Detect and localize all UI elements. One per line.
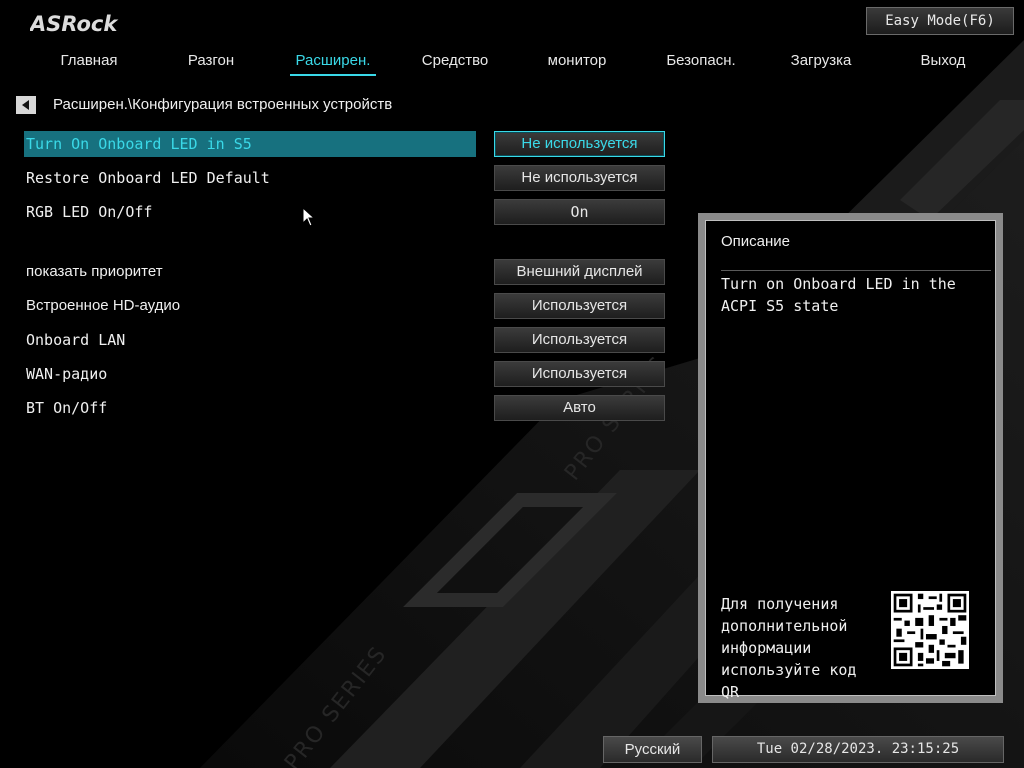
back-arrow-icon[interactable] [16,96,36,114]
main-tabs: Главная Разгон Расширен. Средство монито… [0,48,1024,78]
tab-boot[interactable]: Загрузка [760,48,882,76]
description-title: Описание [721,233,791,250]
setting-value-display-priority[interactable]: Внешний дисплей [494,259,665,285]
tab-security[interactable]: Безопасн. [640,48,762,76]
setting-label-bt[interactable]: BT On/Off [24,395,476,421]
setting-value-rgb-led[interactable]: On [494,199,665,225]
tab-tool[interactable]: Средство [394,48,516,76]
setting-value-led-s5[interactable]: Не используется [494,131,665,157]
description-text: Turn on Onboard LED in the ACPI S5 state [721,275,956,315]
setting-label-led-s5[interactable]: Turn On Onboard LED in S5 [24,131,476,157]
setting-label-wan-radio[interactable]: WAN-радио [24,361,476,387]
setting-value-onboard-lan[interactable]: Используется [494,327,665,353]
setting-label-hd-audio[interactable]: Встроенное HD-аудио [24,293,476,319]
mouse-cursor-icon [302,207,316,227]
asrock-logo: ASRock [30,12,119,36]
setting-label-display-priority[interactable]: показать приоритет [24,259,476,285]
datetime-display: Tue 02/28/2023. 23:15:25 [712,736,1004,763]
description-divider [721,270,991,271]
tab-monitor[interactable]: монитор [516,48,638,76]
qr-info-text: Для получения дополнительной информации … [721,595,857,701]
setting-label-restore-led[interactable]: Restore Onboard LED Default [24,165,476,191]
tab-overclock[interactable]: Разгон [150,48,272,76]
easy-mode-button[interactable]: Easy Mode(F6) [866,7,1014,35]
qr-code-icon [891,591,969,669]
setting-label-rgb-led[interactable]: RGB LED On/Off [24,199,476,225]
setting-value-hd-audio[interactable]: Используется [494,293,665,319]
tab-exit[interactable]: Выход [882,48,1004,76]
setting-label-onboard-lan[interactable]: Onboard LAN [24,327,476,353]
description-panel: Описание Turn on Onboard LED in the ACPI… [698,213,1003,703]
setting-value-bt[interactable]: Авто [494,395,665,421]
tab-main[interactable]: Главная [28,48,150,76]
language-button[interactable]: Русский [603,736,702,763]
setting-value-restore-led[interactable]: Не используется [494,165,665,191]
tab-advanced[interactable]: Расширен. [272,48,394,76]
setting-value-wan-radio[interactable]: Используется [494,361,665,387]
breadcrumb: Расширен.\Конфигурация встроенных устрой… [53,96,393,113]
svg-text:ASRock: ASRock [30,12,119,36]
